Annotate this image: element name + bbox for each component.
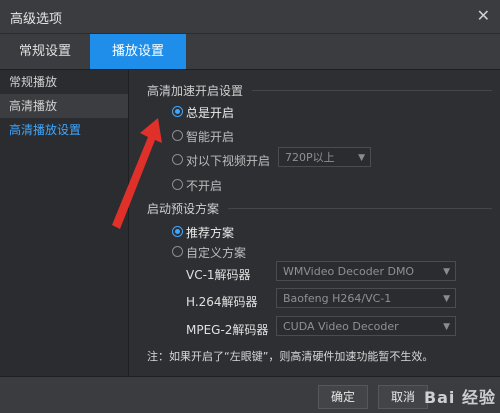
radio-recommended-preset[interactable]: [172, 226, 183, 237]
note-text: 注：如果开启了“左眼键”，则高清硬件加速功能暂不生效。: [147, 350, 434, 363]
radio-off[interactable]: [172, 179, 183, 190]
resolution-select-value: 720P以上: [285, 151, 335, 164]
window-title: 高级选项: [10, 12, 63, 27]
close-icon[interactable]: ✕: [477, 6, 490, 25]
radio-label-smart-on: 智能开启: [186, 130, 235, 144]
radio-custom-preset[interactable]: [172, 246, 183, 257]
title-bar: 高级选项 ✕: [0, 0, 500, 34]
radio-label-recommended-preset: 推荐方案: [186, 226, 235, 240]
sidebar-item-hd-playback-settings[interactable]: 高清播放设置: [0, 118, 128, 142]
tab-playback-settings[interactable]: 播放设置: [90, 34, 186, 69]
preset-section-title: 启动预设方案: [147, 202, 220, 216]
cancel-button[interactable]: 取消: [378, 385, 428, 409]
chevron-down-icon: ▼: [358, 153, 365, 163]
radio-video-on[interactable]: [172, 154, 183, 165]
tab-bar: 常规设置 播放设置: [0, 34, 500, 70]
section-divider: [252, 90, 492, 91]
mpeg2-decoder-value: CUDA Video Decoder: [283, 320, 399, 333]
radio-smart-on[interactable]: [172, 130, 183, 141]
radio-label-always-on: 总是开启: [186, 106, 235, 120]
h264-decoder-value: Baofeng H264/VC-1: [283, 292, 392, 305]
mpeg2-decoder-label: MPEG-2解码器: [186, 323, 269, 337]
hd-accel-section-title: 高清加速开启设置: [147, 84, 244, 98]
chevron-down-icon: ▼: [443, 294, 450, 304]
vc1-decoder-label: VC-1解码器: [186, 268, 251, 282]
h264-decoder-label: H.264解码器: [186, 295, 258, 309]
radio-label-custom-preset: 自定义方案: [186, 246, 247, 260]
section-divider: [228, 208, 492, 209]
sidebar-item-normal-playback[interactable]: 常规播放: [0, 70, 128, 94]
sidebar: 常规播放 高清播放 高清播放设置: [0, 70, 129, 376]
tab-general-settings[interactable]: 常规设置: [0, 34, 90, 69]
h264-decoder-select[interactable]: Baofeng H264/VC-1 ▼: [276, 288, 456, 308]
resolution-select[interactable]: 720P以上 ▼: [278, 147, 371, 167]
chevron-down-icon: ▼: [443, 322, 450, 332]
vc1-decoder-select[interactable]: WMVideo Decoder DMO ▼: [276, 261, 456, 281]
watermark-logo: Bai 经验: [423, 388, 496, 407]
vc1-decoder-value: WMVideo Decoder DMO: [283, 265, 415, 278]
radio-always-on[interactable]: [172, 106, 183, 117]
radio-label-video-on: 对以下视频开启: [186, 154, 271, 168]
chevron-down-icon: ▼: [443, 267, 450, 277]
mpeg2-decoder-select[interactable]: CUDA Video Decoder ▼: [276, 316, 456, 336]
ok-button[interactable]: 确定: [318, 385, 368, 409]
radio-label-off: 不开启: [186, 179, 223, 193]
sidebar-item-hd-playback[interactable]: 高清播放: [0, 94, 128, 118]
